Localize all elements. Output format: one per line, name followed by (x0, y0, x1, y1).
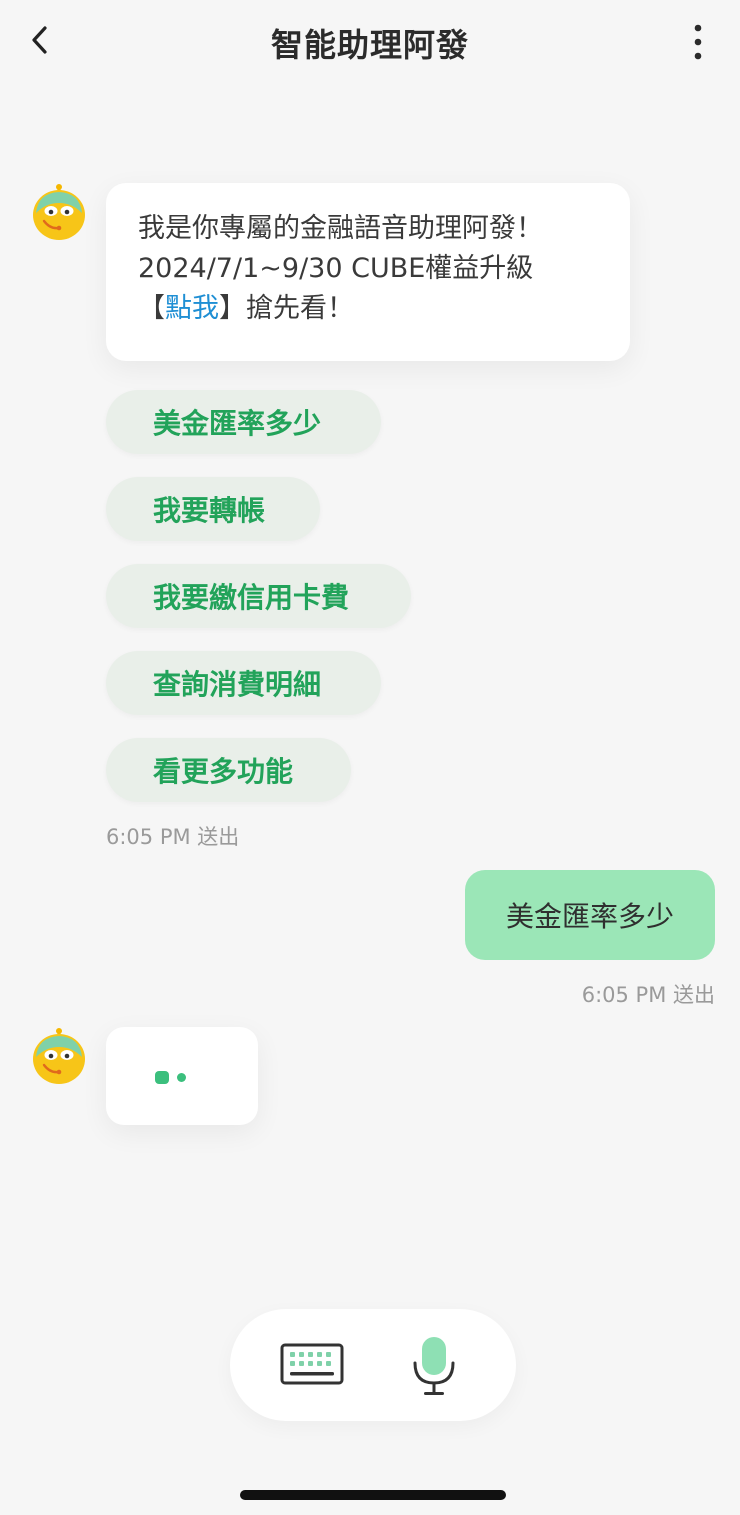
promo-text: 】搶先看！ (219, 293, 354, 324)
chat-screen: 智能助理阿發 我是你專屬的金融語音助理阿發！ 2024/7/1~9/30 CUB… (0, 0, 740, 1515)
bot-message-line: 我是你專屬的金融語音助理阿發！ (138, 213, 543, 244)
user-timestamp: 6:05 PM 送出 (581, 983, 715, 1007)
header-bar: 智能助理阿發 (0, 0, 740, 84)
typing-dot (155, 1071, 169, 1084)
quick-reply-usd-rate[interactable]: 美金匯率多少 (106, 390, 381, 454)
bot-message-bubble: 我是你專屬的金融語音助理阿發！ 2024/7/1~9/30 CUBE權益升級 【… (106, 183, 630, 361)
typing-indicator-bubble (106, 1027, 258, 1125)
promo-link[interactable]: 點我 (165, 293, 219, 324)
assistant-avatar-icon (33, 1028, 85, 1084)
page-title: 智能助理阿發 (270, 26, 469, 64)
user-message-bubble: 美金匯率多少 (465, 870, 715, 960)
input-mode-bar (230, 1309, 516, 1421)
assistant-avatar-icon (33, 184, 85, 240)
typing-dot (177, 1073, 186, 1082)
vertical-dots-icon (694, 24, 702, 60)
quick-reply-transfer[interactable]: 我要轉帳 (106, 477, 320, 541)
bot-message-line: 2024/7/1~9/30 CUBE權益升級 (138, 253, 534, 284)
bracket-open: 【 (138, 293, 165, 324)
bot-timestamp: 6:05 PM 送出 (106, 825, 240, 849)
quick-reply-more-features[interactable]: 看更多功能 (106, 738, 351, 802)
keyboard-icon[interactable] (280, 1341, 344, 1389)
more-options-button[interactable] (686, 22, 710, 62)
microphone-icon[interactable] (411, 1335, 457, 1397)
quick-reply-transaction-details[interactable]: 查詢消費明細 (106, 651, 381, 715)
quick-reply-pay-credit-card[interactable]: 我要繳信用卡費 (106, 564, 411, 628)
home-indicator (240, 1490, 506, 1500)
bot-message-line: 【點我】搶先看！ (138, 289, 600, 329)
